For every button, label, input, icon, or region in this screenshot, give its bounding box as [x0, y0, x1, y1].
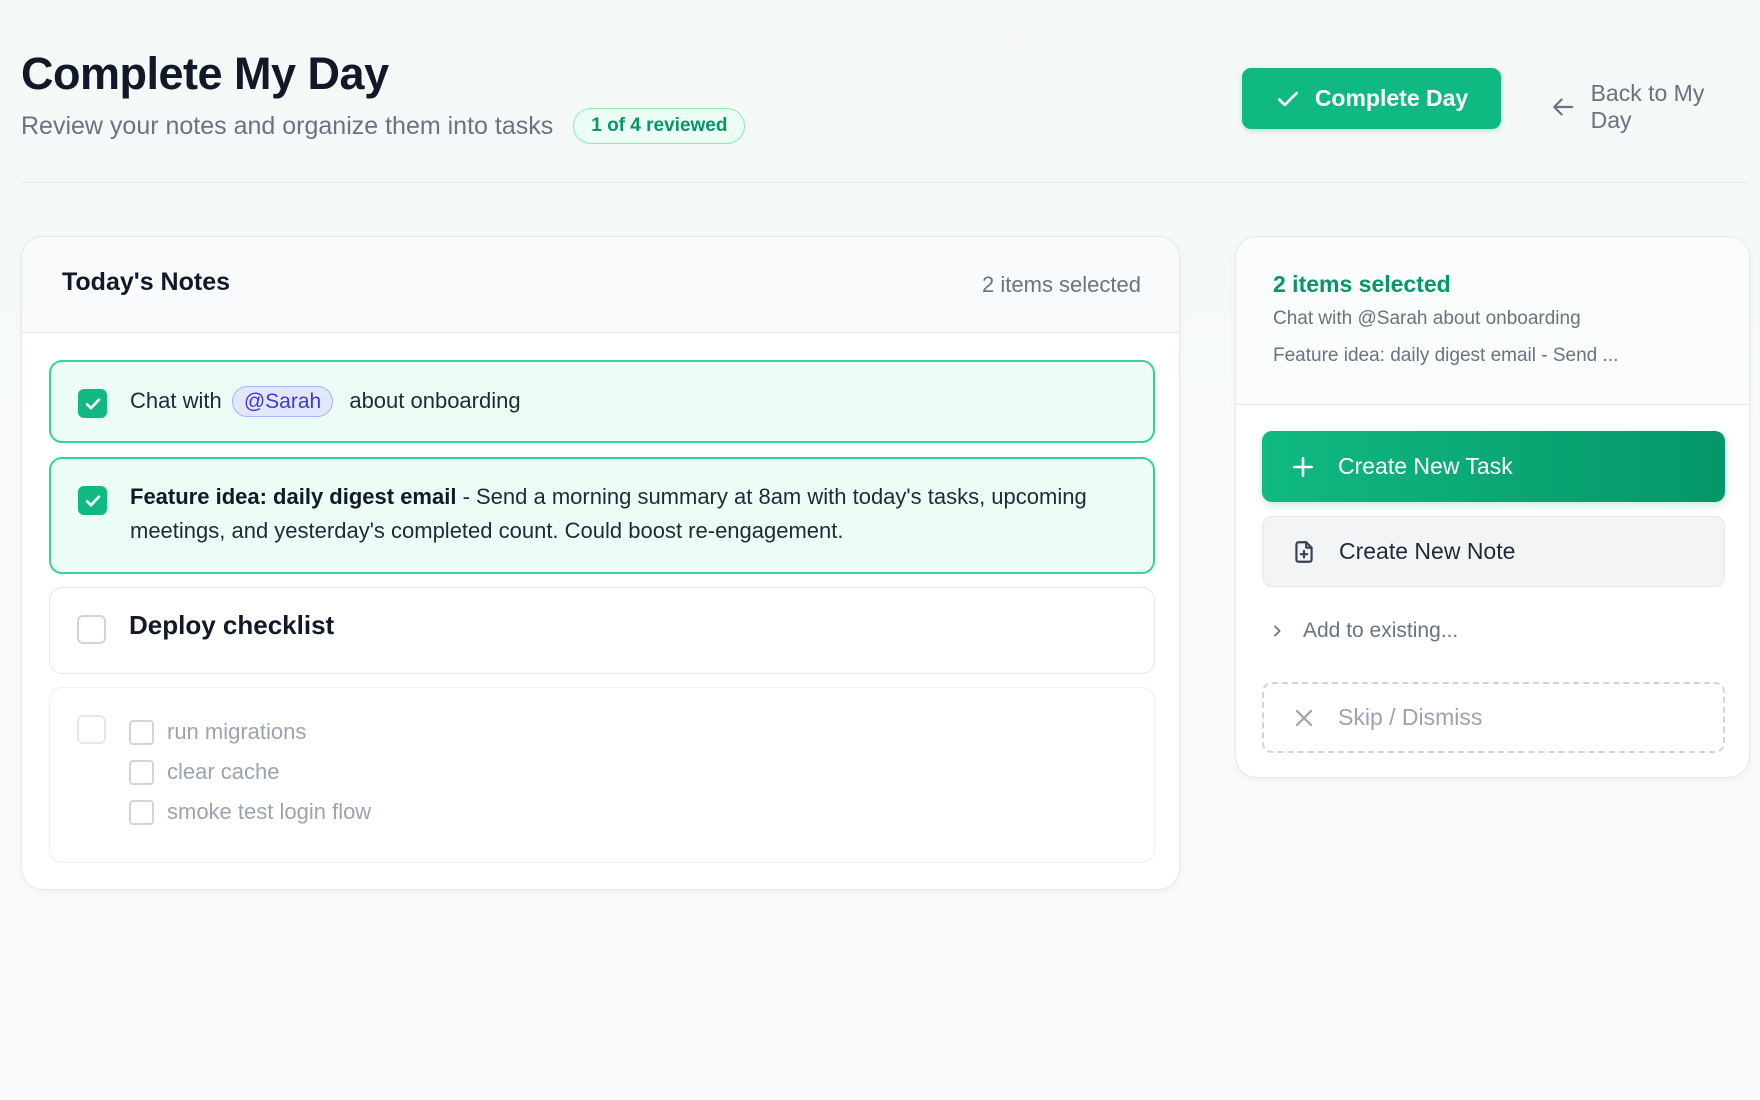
skip-dismiss-button[interactable]: Skip / Dismiss [1262, 682, 1725, 753]
note-text-suffix: about onboarding [349, 388, 521, 413]
add-existing-label: Add to existing... [1303, 619, 1459, 642]
note-checkbox[interactable] [77, 615, 106, 644]
note-item-chat[interactable]: Chat with @Sarah about onboarding [49, 360, 1155, 443]
note-text: Feature idea: daily digest email - Send … [130, 480, 1130, 548]
subitem-label: clear cache [167, 759, 280, 784]
create-note-label: Create New Note [1339, 538, 1516, 564]
checklist-subitem[interactable]: smoke test login flow [129, 799, 371, 825]
selection-summary: 2 items selected Chat with @Sarah about … [1236, 237, 1749, 405]
create-task-label: Create New Task [1338, 453, 1513, 479]
check-icon [1277, 91, 1298, 106]
selection-item: Chat with @Sarah about onboarding [1273, 308, 1581, 329]
create-new-note-button[interactable]: Create New Note [1262, 516, 1725, 587]
note-heading: Deploy checklist [129, 610, 335, 640]
notes-selected-count: 2 items selected [982, 272, 1141, 297]
add-to-existing-toggle[interactable]: Add to existing... [1269, 619, 1458, 643]
mention-chip[interactable]: @Sarah [231, 386, 334, 417]
notes-panel-header: Today's Notes 2 items selected [22, 237, 1179, 333]
skip-label: Skip / Dismiss [1338, 704, 1483, 730]
subitem-label: run migrations [167, 719, 307, 744]
note-checkbox[interactable] [78, 389, 107, 418]
subitem-checkbox[interactable] [129, 759, 154, 785]
reviewed-badge: 1 of 4 reviewed [573, 108, 746, 144]
page-header: Complete My Day Review your notes and or… [21, 0, 1749, 183]
check-icon [85, 398, 100, 409]
actions-panel: 2 items selected Chat with @Sarah about … [1235, 236, 1750, 778]
subitem-label: smoke test login flow [167, 799, 372, 824]
notes-panel-title: Today's Notes [62, 268, 231, 296]
page-subtitle: Review your notes and organize them into… [21, 111, 554, 140]
checklist-subitem[interactable]: run migrations [129, 719, 306, 745]
back-to-my-day-link[interactable]: Back to My Day [1551, 80, 1749, 134]
close-icon [1295, 709, 1313, 726]
note-item-feature-idea[interactable]: Feature idea: daily digest email - Send … [49, 457, 1155, 574]
note-checkbox[interactable] [78, 486, 107, 515]
subtitle-row: Review your notes and organize them into… [21, 108, 746, 144]
note-text-prefix: Chat with [130, 388, 222, 413]
check-icon [85, 495, 100, 506]
create-new-task-button[interactable]: Create New Task [1262, 431, 1725, 502]
note-item-deploy-checklist[interactable]: Deploy checklist [49, 587, 1155, 674]
note-item-checklist[interactable]: run migrations clear cache smoke test lo… [49, 687, 1155, 863]
notes-panel: Today's Notes 2 items selected Chat with… [21, 236, 1180, 890]
subitem-checkbox[interactable] [129, 799, 154, 825]
subitem-checkbox[interactable] [129, 719, 154, 745]
chevron-right-icon [1274, 625, 1281, 637]
selection-item: Feature idea: daily digest email - Send … [1273, 345, 1619, 366]
note-text: Chat with @Sarah about onboarding [130, 384, 521, 418]
note-checkbox[interactable] [77, 715, 106, 744]
plus-icon [1293, 456, 1313, 477]
file-plus-icon [1295, 540, 1313, 563]
note-bold-title: Feature idea: daily digest email [130, 484, 457, 509]
page-title: Complete My Day [21, 48, 389, 99]
checklist-subitem[interactable]: clear cache [129, 759, 280, 785]
selection-title: 2 items selected [1273, 271, 1451, 297]
back-link-label: Back to My Day [1590, 80, 1705, 133]
arrow-left-icon [1553, 98, 1574, 116]
complete-day-label: Complete Day [1314, 85, 1469, 111]
note-text: Deploy checklist [129, 608, 334, 644]
complete-day-button[interactable]: Complete Day [1242, 68, 1501, 129]
